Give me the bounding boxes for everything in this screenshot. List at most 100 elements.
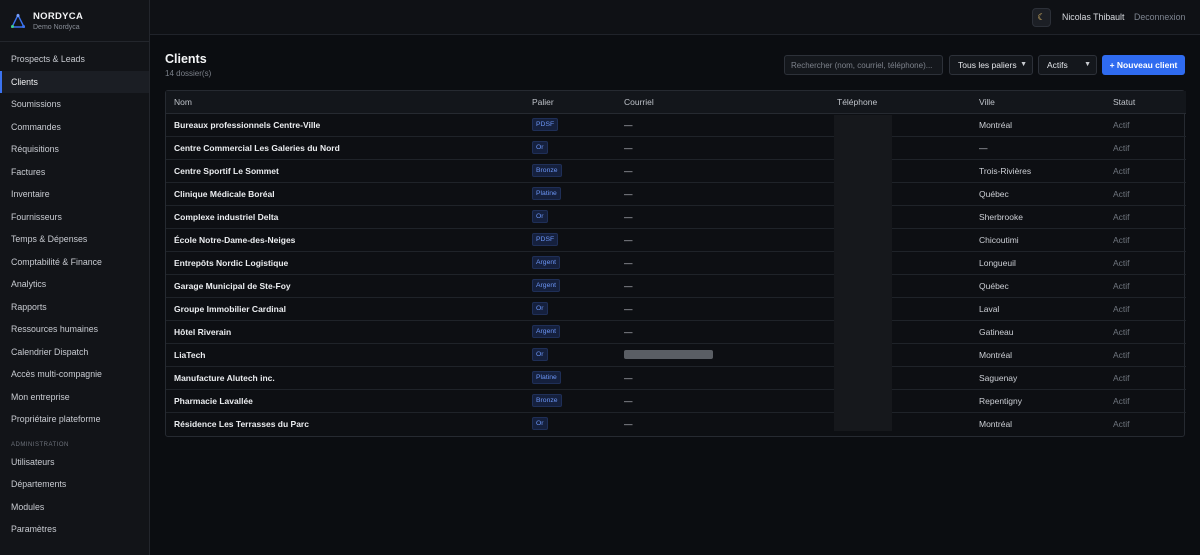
logout-link[interactable]: Deconnexion xyxy=(1134,12,1185,22)
table-row[interactable]: Centre Sportif Le Sommet Bronze — Trois-Riv… xyxy=(166,159,1186,183)
sidebar-item-1[interactable]: Clients xyxy=(0,70,149,93)
column-header-city[interactable]: Ville xyxy=(971,91,1105,114)
tier-badge: PDSF xyxy=(524,228,616,252)
column-header-email[interactable]: Courriel xyxy=(616,91,829,114)
client-name[interactable]: Bureaux professionnels Centre-Ville xyxy=(166,113,524,137)
tier-badge: Bronze xyxy=(524,389,616,413)
table-row[interactable]: Clinique Médicale Boréal Platine — Québec Ac… xyxy=(166,182,1186,206)
tier-badge-label: Or xyxy=(532,141,548,154)
new-client-button[interactable]: + Nouveau client xyxy=(1102,55,1185,75)
client-city: Sherbrooke xyxy=(971,205,1105,229)
table-row[interactable]: Pharmacie Lavallée Bronze — Repentigny Actif xyxy=(166,389,1186,413)
table-row[interactable]: Manufacture Alutech inc. Platine — Saguenay… xyxy=(166,366,1186,390)
sidebar-item-2[interactable]: Soumissions xyxy=(0,93,149,116)
tier-badge-label: Argent xyxy=(532,325,561,338)
client-city: Montréal xyxy=(971,343,1105,367)
sidebar: NORDYCA Demo Nordyca Prospects & Leads Cl… xyxy=(0,0,150,555)
sidebar-admin-item-3[interactable]: Paramètres xyxy=(0,518,149,541)
tier-badge-label: Or xyxy=(532,417,548,431)
sidebar-item-3[interactable]: Commandes xyxy=(0,116,149,139)
table-header-row: Nom Palier Courriel Téléphone Ville Stat… xyxy=(166,91,1186,114)
client-email: — xyxy=(624,418,633,429)
tier-badge: Bronze xyxy=(524,159,616,183)
tier-badge: Platine xyxy=(524,182,616,206)
tier-badge-label: Or xyxy=(532,210,548,223)
column-header-name[interactable]: Nom xyxy=(166,91,524,114)
table-row[interactable]: Résidence Les Terrasses du Parc Or — Montré… xyxy=(166,412,1186,435)
client-name[interactable]: Complexe industriel Delta xyxy=(166,205,524,229)
table-row[interactable]: Bureaux professionnels Centre-Ville PDSF —… xyxy=(166,113,1186,137)
sidebar-item-15[interactable]: Mon entreprise xyxy=(0,386,149,409)
client-city: Montréal xyxy=(979,418,1013,429)
table-row[interactable]: Garage Municipal de Ste-Foy Argent — Québec… xyxy=(166,274,1186,298)
client-name[interactable]: Centre Sportif Le Sommet xyxy=(166,159,524,183)
tier-badge: Platine xyxy=(524,366,616,390)
client-status: Actif xyxy=(1105,136,1186,160)
client-name[interactable]: LiaTech xyxy=(166,343,524,367)
table-row[interactable]: Entrepôts Nordic Logistique Argent — Longue… xyxy=(166,251,1186,275)
tier-filter-select[interactable]: Tous les paliers ▼ xyxy=(949,55,1033,75)
brand-name: NORDYCA xyxy=(33,10,84,22)
sidebar-item-6[interactable]: Inventaire xyxy=(0,183,149,206)
user-name[interactable]: Nicolas Thibault xyxy=(1062,12,1124,22)
client-status: Actif xyxy=(1105,113,1186,137)
sidebar-item-10[interactable]: Analytics xyxy=(0,273,149,296)
client-name[interactable]: Clinique Médicale Boréal xyxy=(166,182,524,206)
client-name[interactable]: Entrepôts Nordic Logistique xyxy=(166,251,524,275)
client-name[interactable]: Garage Municipal de Ste-Foy xyxy=(166,274,524,298)
column-header-status[interactable]: Statut xyxy=(1105,91,1186,114)
phone-redaction xyxy=(834,115,892,431)
client-email: — xyxy=(616,251,829,275)
page-title: Clients xyxy=(165,52,207,66)
column-header-tier[interactable]: Palier xyxy=(524,91,616,114)
nordyca-logo-icon xyxy=(10,12,26,28)
sidebar-item-12[interactable]: Ressources humaines xyxy=(0,318,149,341)
table-row[interactable]: Groupe Immobilier Cardinal Or — Laval Actif xyxy=(166,297,1186,321)
client-name[interactable]: Groupe Immobilier Cardinal xyxy=(166,297,524,321)
client-name[interactable]: Manufacture Alutech inc. xyxy=(166,366,524,390)
sidebar-item-14[interactable]: Accès multi-compagnie xyxy=(0,363,149,386)
tier-badge-label: Or xyxy=(532,302,548,315)
client-name[interactable]: Hôtel Riverain xyxy=(166,320,524,344)
sidebar-admin-item-0[interactable]: Utilisateurs xyxy=(0,451,149,474)
topbar: ☾ Nicolas Thibault Deconnexion xyxy=(150,0,1200,35)
brand-subtitle: Demo Nordyca xyxy=(33,23,80,31)
tier-badge: Argent xyxy=(524,251,616,275)
sidebar-item-9[interactable]: Comptabilité & Finance xyxy=(0,251,149,274)
sidebar-item-11[interactable]: Rapports xyxy=(0,296,149,319)
table-row[interactable]: École Notre-Dame-des-Neiges PDSF — Chicouti… xyxy=(166,228,1186,252)
column-header-phone[interactable]: Téléphone xyxy=(829,91,971,114)
client-city: Trois-Rivières xyxy=(971,159,1105,183)
table-row[interactable]: Hôtel Riverain Argent — Gatineau Actif xyxy=(166,320,1186,344)
client-email: — xyxy=(616,297,829,321)
sidebar-item-16[interactable]: Propriétaire plateforme xyxy=(0,408,149,431)
sidebar-item-4[interactable]: Réquisitions xyxy=(0,138,149,161)
sidebar-item-8[interactable]: Temps & Dépenses xyxy=(0,228,149,251)
tier-badge: Or xyxy=(524,297,616,321)
tier-badge: Or xyxy=(524,136,616,160)
client-city: Québec xyxy=(971,182,1105,206)
table-row[interactable]: Centre Commercial Les Galeries du Nord Or… xyxy=(166,136,1186,160)
brand[interactable]: NORDYCA Demo Nordyca xyxy=(0,0,149,42)
search-input[interactable] xyxy=(784,55,943,75)
client-status: Actif xyxy=(1105,182,1186,206)
tier-badge: Or xyxy=(524,205,616,229)
client-name[interactable]: Centre Commercial Les Galeries du Nord xyxy=(166,136,524,160)
sidebar-admin-item-1[interactable]: Départements xyxy=(0,473,149,496)
client-name[interactable]: École Notre-Dame-des-Neiges xyxy=(166,228,524,252)
tier-badge-label: PDSF xyxy=(532,233,559,246)
sidebar-admin-item-2[interactable]: Modules xyxy=(0,496,149,519)
sidebar-item-7[interactable]: Fournisseurs xyxy=(0,206,149,229)
sidebar-item-13[interactable]: Calendrier Dispatch xyxy=(0,341,149,364)
client-email: — xyxy=(616,113,829,137)
tier-badge-label: Bronze xyxy=(532,394,562,407)
table-row[interactable]: Complexe industriel Delta Or — Sherbrooke Ac… xyxy=(166,205,1186,229)
client-name[interactable]: Pharmacie Lavallée xyxy=(166,389,524,413)
moon-icon[interactable]: ☾ xyxy=(1032,8,1051,27)
status-filter-select[interactable]: Actifs ▼ xyxy=(1038,55,1097,75)
client-city: Gatineau xyxy=(971,320,1105,344)
client-name[interactable]: Résidence Les Terrasses du Parc xyxy=(166,412,524,435)
client-email: — xyxy=(616,389,829,413)
sidebar-item-5[interactable]: Factures xyxy=(0,161,149,184)
sidebar-item-0[interactable]: Prospects & Leads xyxy=(0,48,149,71)
